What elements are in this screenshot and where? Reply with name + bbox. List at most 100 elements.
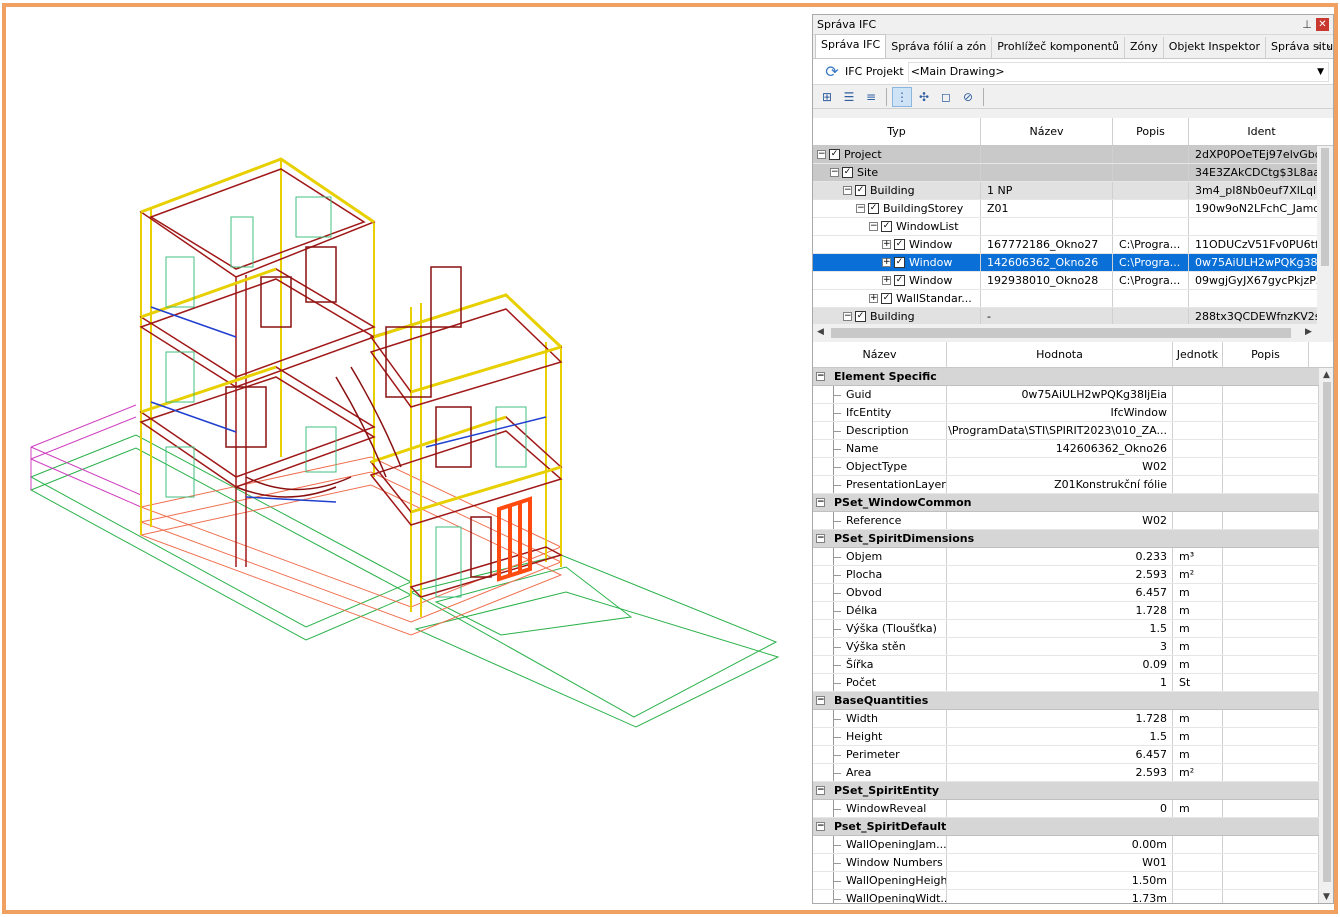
scroll-down-icon[interactable]: ▼	[1323, 892, 1330, 902]
expand-icon[interactable]: +	[882, 240, 891, 249]
visibility-checkbox[interactable]: ✓	[829, 149, 840, 160]
filter-circle-icon[interactable]: ⊘	[958, 87, 978, 107]
scroll-left-icon[interactable]: ◀	[817, 327, 824, 337]
tree-vertical-scrollbar[interactable]	[1317, 146, 1333, 324]
property-row[interactable]: Reference W02	[813, 512, 1333, 530]
tree-row[interactable]: + ✓ Window 167772186_Okno27 C:\Progra... 11OD…	[813, 236, 1333, 254]
pin-icon[interactable]: ⊥	[1301, 18, 1313, 31]
tab-sprava-ifc[interactable]: Správa IFC	[815, 34, 887, 58]
property-row[interactable]: Výška stěn 3 m	[813, 638, 1333, 656]
property-group[interactable]: − Element Specific	[813, 368, 1333, 386]
property-row[interactable]: Name 142606362_Okno26	[813, 440, 1333, 458]
visibility-checkbox[interactable]: ✓	[855, 185, 866, 196]
props-header-jednotka[interactable]: Jednotk	[1173, 342, 1223, 367]
props-header-hodnota[interactable]: Hodnota	[947, 342, 1173, 367]
close-icon[interactable]: ✕	[1316, 18, 1329, 31]
puzzle-icon[interactable]: ✣	[914, 87, 934, 107]
tree-row[interactable]: − ✓ WindowList	[813, 218, 1333, 236]
property-row[interactable]: Width 1.728 m	[813, 710, 1333, 728]
visibility-checkbox[interactable]: ✓	[894, 275, 905, 286]
tree-row[interactable]: − ✓ Site 34E3ZAkCDCtg$3L8aa7t	[813, 164, 1333, 182]
collapse-icon[interactable]: −	[830, 168, 839, 177]
property-row[interactable]: Šířka 0.09 m	[813, 656, 1333, 674]
expand-icon[interactable]: +	[882, 258, 891, 267]
visibility-checkbox[interactable]: ✓	[881, 293, 892, 304]
property-row[interactable]: Výška (Tloušťka) 1.5 m	[813, 620, 1333, 638]
property-row[interactable]: WindowReveal 0 m	[813, 800, 1333, 818]
tree-flat-icon[interactable]: ≡	[861, 87, 881, 107]
property-row[interactable]: Délka 1.728 m	[813, 602, 1333, 620]
property-row[interactable]: WallOpeningJam... 0.00m	[813, 836, 1333, 854]
property-row[interactable]: Description C:\ProgramData\STI\SPIRIT2023…	[813, 422, 1333, 440]
props-header-popis[interactable]: Popis	[1223, 342, 1309, 367]
tree-header-typ[interactable]: Typ	[813, 118, 981, 145]
property-row[interactable]: ObjectType W02	[813, 458, 1333, 476]
visibility-checkbox[interactable]: ✓	[855, 311, 866, 322]
props-header-nazev[interactable]: Název	[813, 342, 947, 367]
tree-header-popis[interactable]: Popis	[1113, 118, 1189, 145]
property-row[interactable]: Perimeter 6.457 m	[813, 746, 1333, 764]
property-row[interactable]: IfcEntity IfcWindow	[813, 404, 1333, 422]
tree-view-icon[interactable]: ☰	[839, 87, 859, 107]
property-row[interactable]: Počet 1 St	[813, 674, 1333, 692]
visibility-checkbox[interactable]: ✓	[894, 257, 905, 268]
collapse-icon[interactable]: −	[816, 822, 825, 831]
tab-scroll-right-icon[interactable]: ›	[1327, 40, 1331, 53]
property-row[interactable]: Guid 0w75AiULH2wPQKg38IjEia	[813, 386, 1333, 404]
property-group[interactable]: − PSet_WindowCommon	[813, 494, 1333, 512]
box-icon[interactable]: ◻	[936, 87, 956, 107]
collapse-icon[interactable]: −	[816, 372, 825, 381]
visibility-checkbox[interactable]: ✓	[842, 167, 853, 178]
3d-viewport[interactable]	[6, 7, 810, 910]
property-row[interactable]: WallOpeningWidt... 1.73m	[813, 890, 1333, 903]
property-group[interactable]: − BaseQuantities	[813, 692, 1333, 710]
refresh-icon[interactable]: ⟳	[823, 62, 841, 81]
visibility-checkbox[interactable]: ✓	[881, 221, 892, 232]
expand-icon[interactable]: +	[882, 276, 891, 285]
tree-hscroll-thumb[interactable]	[831, 328, 1291, 338]
tab-sprava-folii[interactable]: Správa fólií a zón	[886, 37, 993, 58]
tree-vscroll-thumb[interactable]	[1321, 148, 1329, 266]
property-row[interactable]: Window Numbers W01	[813, 854, 1333, 872]
visibility-checkbox[interactable]: ✓	[868, 203, 879, 214]
tab-zony[interactable]: Zóny	[1124, 37, 1164, 58]
tree-row[interactable]: − ✓ BuildingStorey Z01 190w9oN2LFchC_Jamd7	[813, 200, 1333, 218]
props-vertical-scrollbar[interactable]: ▲ ▼	[1319, 368, 1333, 903]
collapse-icon[interactable]: −	[869, 222, 878, 231]
tree-row[interactable]: + ✓ Window 142606362_Okno26 C:\Progra... 0w75…	[813, 254, 1333, 272]
tree-row[interactable]: − ✓ Building - 288tx3QCDEWfnzKV2s0	[813, 308, 1333, 324]
tree-row[interactable]: + ✓ WallStandar...	[813, 290, 1333, 308]
collapse-icon[interactable]: −	[816, 534, 825, 543]
property-group[interactable]: − PSet_SpiritDimensions	[813, 530, 1333, 548]
tree-header-nazev[interactable]: Název	[981, 118, 1113, 145]
collapse-icon[interactable]: −	[856, 204, 865, 213]
tab-prohlizec-komponentu[interactable]: Prohlížeč komponentů	[992, 37, 1125, 58]
tab-scroll-left-icon[interactable]: ‹	[1316, 40, 1320, 53]
tree-row[interactable]: − ✓ Building 1 NP 3m4_pI8Nb0euf7XlLqlFq	[813, 182, 1333, 200]
collapse-icon[interactable]: −	[816, 498, 825, 507]
expand-icon[interactable]: +	[869, 294, 878, 303]
expand-all-icon[interactable]: ⊞	[817, 87, 837, 107]
property-row[interactable]: Plocha 2.593 m²	[813, 566, 1333, 584]
property-row[interactable]: Height 1.5 m	[813, 728, 1333, 746]
tree-row[interactable]: − ✓ Project 2dXP0POeTEj97elvGbqm	[813, 146, 1333, 164]
hierarchy-icon[interactable]: ⋮	[892, 86, 912, 107]
property-row[interactable]: WallOpeningHeight 1.50m	[813, 872, 1333, 890]
project-dropdown[interactable]: <Main Drawing> ▼	[907, 61, 1329, 82]
tree-header-ident[interactable]: Ident	[1189, 118, 1333, 145]
collapse-icon[interactable]: −	[843, 312, 852, 321]
tab-objekt-inspektor[interactable]: Objekt Inspektor	[1163, 37, 1266, 58]
collapse-icon[interactable]: −	[843, 186, 852, 195]
property-row[interactable]: Obvod 6.457 m	[813, 584, 1333, 602]
collapse-icon[interactable]: −	[816, 786, 825, 795]
property-row[interactable]: Objem 0.233 m³	[813, 548, 1333, 566]
props-vscroll-thumb[interactable]	[1323, 382, 1331, 882]
scroll-up-icon[interactable]: ▲	[1323, 370, 1330, 380]
tree-horizontal-scrollbar[interactable]: ◀ ▶	[813, 324, 1333, 342]
visibility-checkbox[interactable]: ✓	[894, 239, 905, 250]
collapse-icon[interactable]: −	[817, 150, 826, 159]
tree-row[interactable]: + ✓ Window 192938010_Okno28 C:\Progra... 09wg…	[813, 272, 1333, 290]
property-row[interactable]: Area 2.593 m²	[813, 764, 1333, 782]
property-group[interactable]: − Pset_SpiritDefault	[813, 818, 1333, 836]
collapse-icon[interactable]: −	[816, 696, 825, 705]
